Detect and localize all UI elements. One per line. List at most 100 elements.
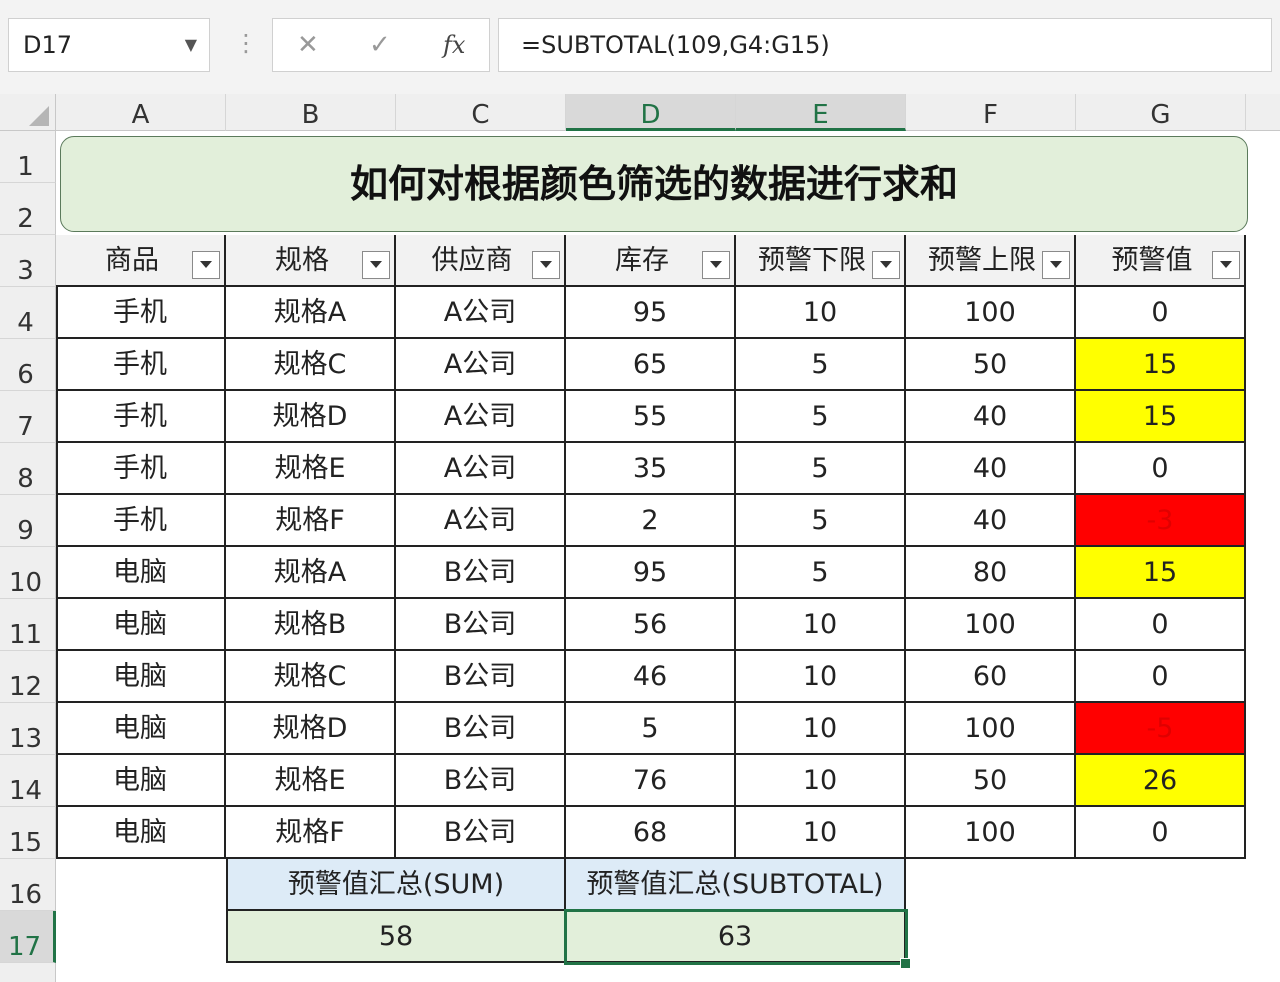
row-header-8[interactable]: 8: [0, 443, 56, 495]
more-options-icon[interactable]: ⋮: [234, 28, 258, 58]
cell-low-limit[interactable]: 5: [736, 495, 906, 547]
cell-high-limit[interactable]: 100: [906, 807, 1076, 859]
cell-spec[interactable]: 规格E: [226, 443, 396, 495]
cell-stock[interactable]: 95: [566, 287, 736, 339]
cell-supplier[interactable]: B公司: [396, 651, 566, 703]
filter-dropdown-icon[interactable]: [1042, 251, 1070, 279]
filter-dropdown-icon[interactable]: [702, 251, 730, 279]
cell-high-limit[interactable]: 100: [906, 287, 1076, 339]
cell-low-limit[interactable]: 5: [736, 391, 906, 443]
filter-dropdown-icon[interactable]: [872, 251, 900, 279]
column-header-c[interactable]: C: [396, 94, 566, 131]
column-header-f[interactable]: F: [906, 94, 1076, 131]
cell-warning[interactable]: 15: [1076, 547, 1246, 599]
cell-spec[interactable]: 规格D: [226, 391, 396, 443]
cell-stock[interactable]: 56: [566, 599, 736, 651]
cell-stock[interactable]: 55: [566, 391, 736, 443]
cell-warning[interactable]: 0: [1076, 651, 1246, 703]
cell-warning[interactable]: 26: [1076, 755, 1246, 807]
cell-supplier[interactable]: A公司: [396, 287, 566, 339]
cell-warning[interactable]: 0: [1076, 807, 1246, 859]
cell-product[interactable]: 电脑: [56, 755, 226, 807]
row-header-16[interactable]: 16: [0, 859, 56, 911]
confirm-icon[interactable]: ✓: [369, 19, 391, 71]
cell-high-limit[interactable]: 40: [906, 495, 1076, 547]
cell-stock[interactable]: 76: [566, 755, 736, 807]
cell-stock[interactable]: 35: [566, 443, 736, 495]
sum-value-cell[interactable]: 58: [226, 911, 566, 963]
column-header-h[interactable]: [1246, 94, 1280, 131]
cell-stock[interactable]: 2: [566, 495, 736, 547]
cell-high-limit[interactable]: 50: [906, 339, 1076, 391]
filter-dropdown-icon[interactable]: [1212, 251, 1240, 279]
filter-dropdown-icon[interactable]: [532, 251, 560, 279]
cell-stock[interactable]: 95: [566, 547, 736, 599]
cell-low-limit[interactable]: 5: [736, 339, 906, 391]
cell-product[interactable]: 手机: [56, 391, 226, 443]
cell-warning[interactable]: -5: [1076, 703, 1246, 755]
cell-product[interactable]: 电脑: [56, 651, 226, 703]
row-header-14[interactable]: 14: [0, 755, 56, 807]
cell-warning[interactable]: 0: [1076, 599, 1246, 651]
cell-low-limit[interactable]: 10: [736, 287, 906, 339]
row-header-13[interactable]: 13: [0, 703, 56, 755]
cell-spec[interactable]: 规格A: [226, 547, 396, 599]
cancel-icon[interactable]: ✕: [297, 19, 319, 71]
cell-warning[interactable]: 0: [1076, 443, 1246, 495]
cell-spec[interactable]: 规格C: [226, 651, 396, 703]
row-header-7[interactable]: 7: [0, 391, 56, 443]
cell-stock[interactable]: 68: [566, 807, 736, 859]
column-header-a[interactable]: A: [56, 94, 226, 131]
cell-supplier[interactable]: B公司: [396, 547, 566, 599]
row-header-11[interactable]: 11: [0, 599, 56, 651]
cell-high-limit[interactable]: 100: [906, 703, 1076, 755]
cell-product[interactable]: 电脑: [56, 599, 226, 651]
cell-low-limit[interactable]: 10: [736, 807, 906, 859]
header-cell-product[interactable]: 商品: [56, 235, 226, 287]
cell-stock[interactable]: 65: [566, 339, 736, 391]
header-cell-warning[interactable]: 预警值: [1076, 235, 1246, 287]
cell-supplier[interactable]: A公司: [396, 443, 566, 495]
cell-spec[interactable]: 规格D: [226, 703, 396, 755]
cell-high-limit[interactable]: 100: [906, 599, 1076, 651]
cell-low-limit[interactable]: 10: [736, 755, 906, 807]
cell-high-limit[interactable]: 80: [906, 547, 1076, 599]
formula-input[interactable]: =SUBTOTAL(109,G4:G15): [498, 18, 1272, 72]
cell-warning[interactable]: 0: [1076, 287, 1246, 339]
row-header-6[interactable]: 6: [0, 339, 56, 391]
row-header-1[interactable]: 1: [0, 131, 56, 183]
select-all-corner[interactable]: [0, 94, 56, 131]
cell-warning[interactable]: -3: [1076, 495, 1246, 547]
cell-spec[interactable]: 规格E: [226, 755, 396, 807]
cell-supplier[interactable]: B公司: [396, 703, 566, 755]
cell-warning[interactable]: 15: [1076, 391, 1246, 443]
fill-handle[interactable]: [900, 958, 911, 969]
filter-dropdown-icon[interactable]: [362, 251, 390, 279]
name-box[interactable]: D17 ▼: [8, 18, 210, 72]
cell-stock[interactable]: 5: [566, 703, 736, 755]
cell-supplier[interactable]: B公司: [396, 599, 566, 651]
row-header-9[interactable]: 9: [0, 495, 56, 547]
header-cell-supplier[interactable]: 供应商: [396, 235, 566, 287]
cell-product[interactable]: 电脑: [56, 547, 226, 599]
row-header-3[interactable]: 3: [0, 235, 56, 287]
cell-product[interactable]: 手机: [56, 287, 226, 339]
cell-supplier[interactable]: A公司: [396, 339, 566, 391]
cell-spec[interactable]: 规格C: [226, 339, 396, 391]
column-header-e[interactable]: E: [736, 94, 906, 131]
insert-function-icon[interactable]: fx: [443, 19, 465, 71]
cell-supplier[interactable]: B公司: [396, 755, 566, 807]
column-header-g[interactable]: G: [1076, 94, 1246, 131]
cell-warning[interactable]: 15: [1076, 339, 1246, 391]
cell-low-limit[interactable]: 5: [736, 443, 906, 495]
cell-low-limit[interactable]: 10: [736, 599, 906, 651]
header-cell-stock[interactable]: 库存: [566, 235, 736, 287]
chevron-down-icon[interactable]: ▼: [185, 19, 197, 71]
row-header-17[interactable]: 17: [0, 911, 56, 963]
cell-supplier[interactable]: A公司: [396, 391, 566, 443]
cell-spec[interactable]: 规格F: [226, 495, 396, 547]
subtotal-label-cell[interactable]: 预警值汇总(SUBTOTAL): [566, 859, 906, 911]
cell-spec[interactable]: 规格A: [226, 287, 396, 339]
row-header-10[interactable]: 10: [0, 547, 56, 599]
cell-spec[interactable]: 规格F: [226, 807, 396, 859]
